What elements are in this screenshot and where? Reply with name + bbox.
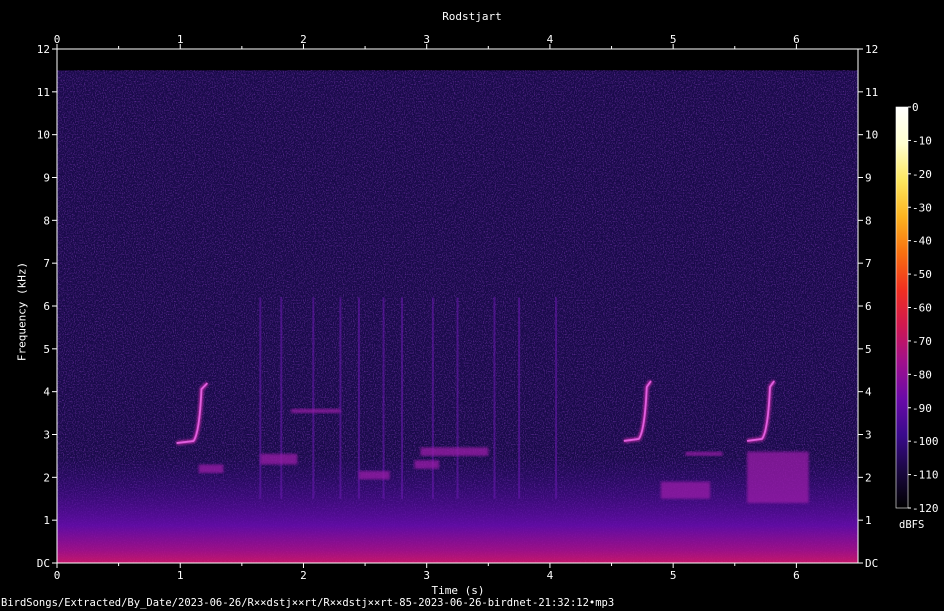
x-tick-label-bottom-6: 6: [793, 569, 800, 582]
energy-band-3: [358, 470, 390, 480]
colorbar-tick-label-11: -110: [912, 469, 939, 482]
y-tick-label-left-4: 4: [43, 386, 50, 399]
x-tick-label-top-1: 1: [177, 33, 184, 46]
y-tick-label-left-1: 1: [43, 514, 50, 527]
y-tick-label-right-12: 12: [865, 43, 878, 56]
y-tick-label-left-11: 11: [37, 86, 50, 99]
energy-band-2: [291, 408, 341, 414]
x-tick-label-top-2: 2: [300, 33, 307, 46]
energy-band-4: [420, 447, 489, 456]
colorbar-tick-label-9: -90: [912, 402, 932, 415]
x-tick-label-top-3: 3: [423, 33, 430, 46]
y-tick-label-right-11: 11: [865, 86, 878, 99]
y-tick-label-right-3: 3: [865, 429, 872, 442]
transient-streak-5: [382, 297, 385, 499]
y-tick-label-left-7: 7: [43, 257, 50, 270]
x-tick-label-top-4: 4: [547, 33, 554, 46]
y-tick-label-left-9: 9: [43, 172, 50, 185]
y-tick-label-left-12: 12: [37, 43, 50, 56]
energy-band-5: [414, 460, 440, 469]
x-axis-label: Time (s): [431, 584, 485, 597]
y-tick-label-left-8: 8: [43, 214, 50, 227]
y-tick-label-left-2: 2: [43, 471, 50, 484]
energy-band-8: [747, 451, 809, 504]
colorbar-tick-label-5: -50: [912, 268, 932, 281]
colorbar-tick-label-3: -30: [912, 201, 932, 214]
transient-streak-1: [280, 297, 283, 499]
transient-streak-6: [401, 297, 404, 499]
x-tick-label-top-6: 6: [793, 33, 800, 46]
y-tick-label-right-6: 6: [865, 300, 872, 313]
energy-band-1: [260, 453, 298, 465]
x-tick-label-bottom-3: 3: [423, 569, 430, 582]
x-tick-label-bottom-4: 4: [547, 569, 554, 582]
colorbar-tick-label-2: -20: [912, 168, 932, 181]
y-tick-label-left-0: DC: [37, 557, 50, 570]
y-tick-label-right-4: 4: [865, 386, 872, 399]
transient-streak-4: [357, 297, 360, 499]
spectrogram-figure: Rodstjart 0 0 1 1 2 2 3 3 4 4 5 5 6 6 DC DC 1 1 2 2 3 3 4 4 5 5 6 6…: [0, 0, 944, 611]
x-tick-label-bottom-0: 0: [54, 569, 61, 582]
x-tick-label-top-5: 5: [670, 33, 677, 46]
colorbar-tick-label-8: -80: [912, 368, 932, 381]
transient-streak-2: [312, 297, 315, 499]
y-tick-label-right-10: 10: [865, 129, 878, 142]
energy-band-7: [685, 451, 723, 456]
y-axis-label: Frequency (kHz): [15, 261, 29, 362]
colorbar-tick-label-12: -120: [912, 502, 939, 515]
y-tick-label-right-2: 2: [865, 471, 872, 484]
file-path-caption: BirdSongs/Extracted/By_Date/2023-06-26/R…: [1, 597, 615, 609]
x-tick-label-bottom-2: 2: [300, 569, 307, 582]
y-tick-label-right-5: 5: [865, 343, 872, 356]
colorbar: 0 -10 -20 -30 -40 -50 -60 -70 -80 -90 -100 -110 -120: [895, 101, 939, 515]
x-tick-label-bottom-5: 5: [670, 569, 677, 582]
y-tick-label-right-7: 7: [865, 257, 872, 270]
y-tick-label-left-3: 3: [43, 429, 50, 442]
y-tick-label-right-9: 9: [865, 172, 872, 185]
x-tick-label-top-0: 0: [54, 33, 61, 46]
transient-streak-0: [259, 297, 262, 499]
energy-band-0: [198, 464, 224, 474]
transient-streak-8: [456, 297, 459, 499]
colorbar-tick-label-4: -40: [912, 235, 932, 248]
transient-streak-3: [339, 297, 342, 499]
colorbar-tick-label-1: -10: [912, 134, 932, 147]
y-tick-label-right-8: 8: [865, 214, 872, 227]
spectrogram-svg: 00112233445566DC DC1 12 23 34 45 56 67 78 89 910 10…: [37, 33, 939, 582]
y-tick-label-right-1: 1: [865, 514, 872, 527]
y-tick-label-left-5: 5: [43, 343, 50, 356]
colorbar-gradient: [896, 107, 908, 508]
colorbar-tick-label-0: 0: [912, 101, 919, 114]
colorbar-tick-label-6: -60: [912, 302, 932, 315]
colorbar-tick-label-10: -100: [912, 435, 939, 448]
transient-streak-10: [518, 297, 521, 499]
colorbar-tick-label-7: -70: [912, 335, 932, 348]
y-tick-label-left-6: 6: [43, 300, 50, 313]
y-tick-label-left-10: 10: [37, 129, 50, 142]
transient-streak-11: [555, 297, 558, 499]
transient-streak-9: [493, 297, 496, 499]
y-tick-label-right-0: DC: [865, 557, 878, 570]
energy-band-6: [660, 481, 711, 499]
colorbar-unit-label: dBFS: [899, 519, 925, 531]
x-tick-label-bottom-1: 1: [177, 569, 184, 582]
